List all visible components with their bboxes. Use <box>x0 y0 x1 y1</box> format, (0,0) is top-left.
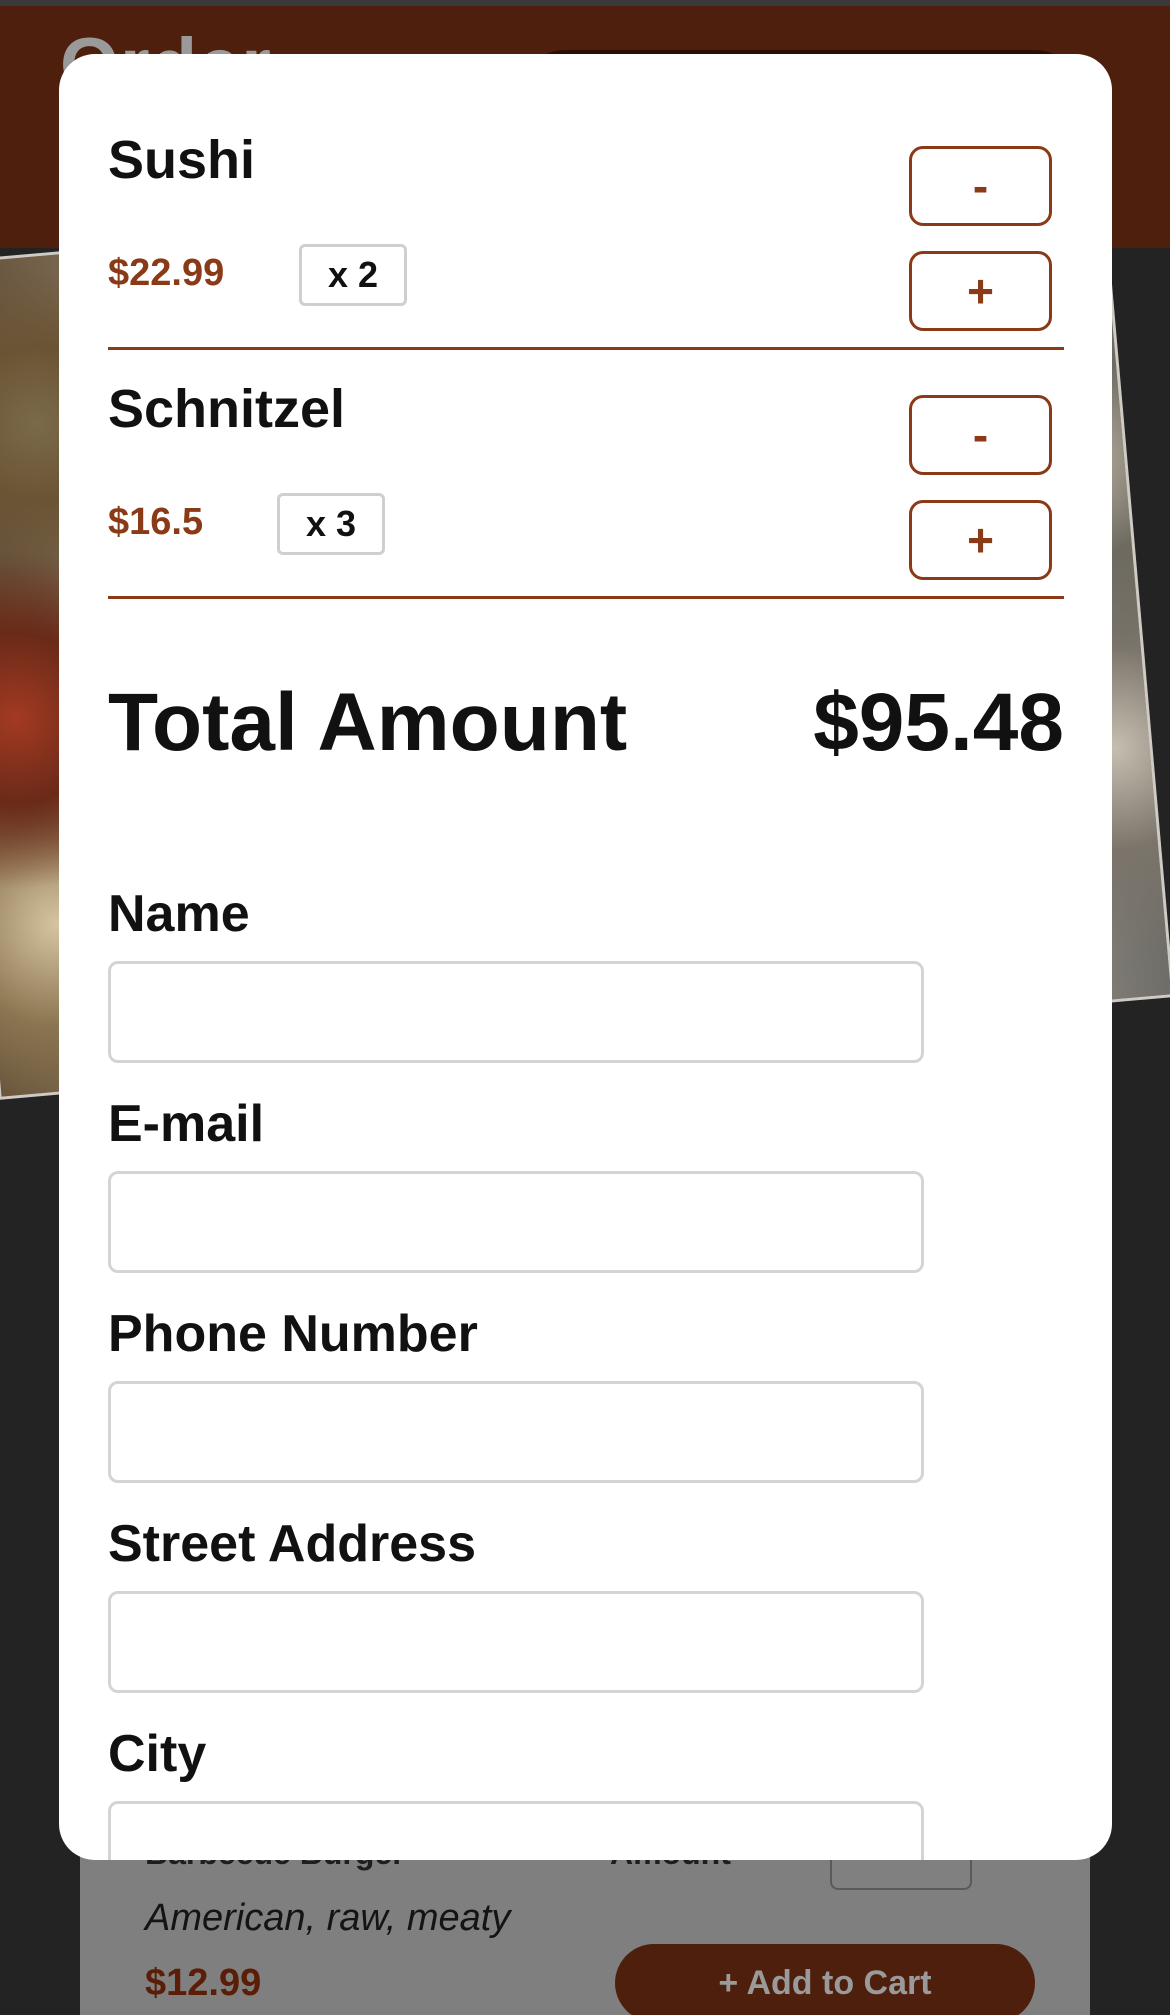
city-label: City <box>108 1725 207 1783</box>
total-amount-value: $95.48 <box>813 677 1064 768</box>
phone-label: Phone Number <box>108 1305 478 1363</box>
name-label: Name <box>108 885 250 943</box>
city-input[interactable] <box>108 1801 924 1860</box>
cart-item-name: Sushi <box>108 130 256 190</box>
email-label: E-mail <box>108 1095 265 1153</box>
email-input[interactable] <box>108 1171 924 1273</box>
street-address-label: Street Address <box>108 1515 476 1573</box>
phone-input[interactable] <box>108 1381 924 1483</box>
name-input[interactable] <box>108 961 924 1063</box>
increase-quantity-button[interactable]: + <box>909 251 1052 331</box>
decrease-quantity-button[interactable]: - <box>909 395 1052 475</box>
total-amount-label: Total Amount <box>108 677 628 768</box>
cart-item-price: $16.5 <box>108 501 204 543</box>
cart-item-price: $22.99 <box>108 252 225 294</box>
cart-item-quantity: x 3 <box>277 493 385 555</box>
increase-quantity-button[interactable]: + <box>909 500 1052 580</box>
menu-item-price: $12.99 <box>145 1962 262 2004</box>
street-address-input[interactable] <box>108 1591 924 1693</box>
cart-item-quantity: x 2 <box>299 244 407 306</box>
cart-item: Schnitzel $16.5 x 3 - + <box>108 350 1064 599</box>
cart-item-name: Schnitzel <box>108 379 346 439</box>
header-topline <box>0 0 1170 6</box>
add-to-cart-button[interactable]: + Add to Cart <box>615 1944 1035 2015</box>
menu-item-description: American, raw, meaty <box>145 1897 511 1939</box>
cart-item: Sushi $22.99 x 2 - + <box>108 101 1064 350</box>
cart-modal: Sushi $22.99 x 2 - + Schnitzel $16.5 x 3… <box>59 54 1112 1860</box>
decrease-quantity-button[interactable]: - <box>909 146 1052 226</box>
